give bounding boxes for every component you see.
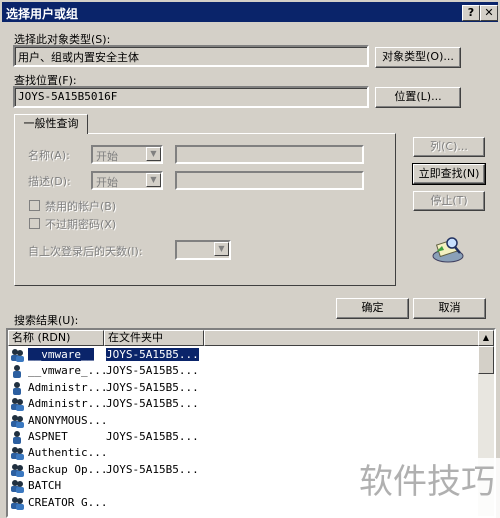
row-name: Administr... [28,380,108,394]
row-name: CREATOR G... [28,495,108,509]
disabled-accounts-checkbox[interactable] [29,200,40,211]
scroll-thumb[interactable] [478,346,494,374]
table-row[interactable]: __vmware__ JOYS-5A15B5... [8,347,478,363]
tab-common-queries[interactable]: 一般性查询 [14,114,88,134]
name-operator-value: 开始 [96,150,118,163]
row-folder: JOYS-5A15B5... [106,462,199,476]
name-operator-select[interactable]: 开始 ▼ [91,145,163,164]
table-row[interactable]: ANONYMOUS... [8,413,478,429]
help-button[interactable]: ? [462,5,480,21]
group-icon [11,447,24,461]
object-type-field: 用户、组或内置安全主体 [13,45,369,67]
description-operator-value: 开始 [96,176,118,189]
search-directory-icon [432,237,464,263]
table-row[interactable]: Administr... JOYS-5A15B5... [8,380,478,396]
row-folder: JOYS-5A15B5... [106,430,199,443]
user-icon [13,431,21,444]
disabled-accounts-label: 禁用的帐户(B) [45,200,117,213]
chevron-down-icon[interactable]: ▼ [146,147,161,161]
row-name: Administr... [28,397,108,411]
row-name: Backup Op... [28,462,108,476]
watermark: 软件技巧 [354,458,500,518]
row-name: __vmware__ [26,347,96,362]
row-name: ANONYMOUS... [28,413,108,427]
row-folder: JOYS-5A15B5... [106,348,199,361]
name-label: 名称(A): [28,149,70,162]
non-expiring-password-checkbox[interactable] [29,218,40,229]
row-folder: JOYS-5A15B5... [106,364,199,378]
group-icon [11,414,24,428]
table-row[interactable]: Administr... JOYS-5A15B5... [8,396,478,412]
description-query-input[interactable] [175,171,364,190]
find-now-button[interactable]: 立即查找(N) [412,163,486,185]
days-since-logon-label: 自上次登录后的天数(I): [28,245,143,258]
row-name: Authentic... [28,446,108,460]
location-field: JOYS-5A15B5016F [13,86,369,108]
row-folder: JOYS-5A15B5... [106,380,199,394]
title-bar[interactable]: 选择用户或组 ? ✕ [2,2,498,22]
chevron-down-icon[interactable]: ▼ [214,242,229,256]
group-icon [11,463,24,477]
locations-button[interactable]: 位置(L)... [375,87,461,108]
location-value: JOYS-5A15B5016F [18,90,118,103]
table-row[interactable]: __vmware_... JOYS-5A15B5... [8,363,478,379]
column-header-name[interactable]: 名称 (RDN) [8,330,104,346]
search-results-label: 搜索结果(U): [14,314,79,327]
stop-button[interactable]: 停止(T) [413,191,485,211]
row-name: BATCH [28,479,62,493]
ok-button[interactable]: 确定 [336,298,409,319]
column-header-blank [204,330,480,346]
row-name: ASPNET [28,430,68,443]
group-icon [11,480,24,494]
name-query-input[interactable] [175,145,364,164]
group-icon [11,496,24,510]
columns-button[interactable]: 列(C)... [413,137,485,157]
chevron-down-icon[interactable]: ▼ [146,173,161,187]
user-icon [13,381,21,395]
description-label: 描述(D): [28,175,71,188]
days-since-logon-select[interactable]: ▼ [175,240,231,260]
dialog-title: 选择用户或组 [6,7,79,21]
description-operator-select[interactable]: 开始 ▼ [91,171,163,190]
cancel-button[interactable]: 取消 [413,298,486,319]
row-name: __vmware_... [28,364,108,378]
non-expiring-password-label: 不过期密码(X) [45,218,117,231]
column-header-folder[interactable]: 在文件夹中 [104,330,204,346]
group-icon [11,398,24,412]
select-users-dialog: 选择用户或组 ? ✕ 选择此对象类型(S): 用户、组或内置安全主体 对象类型(… [0,0,500,518]
object-type-value: 用户、组或内置安全主体 [18,51,139,64]
object-types-button[interactable]: 对象类型(O)... [375,47,461,68]
scroll-up-arrow-icon[interactable]: ▲ [478,330,494,346]
table-row[interactable]: ASPNET JOYS-5A15B5... [8,429,478,445]
user-icon [13,365,21,379]
group-icon [11,349,24,362]
close-button[interactable]: ✕ [480,5,498,21]
row-folder: JOYS-5A15B5... [106,397,199,411]
